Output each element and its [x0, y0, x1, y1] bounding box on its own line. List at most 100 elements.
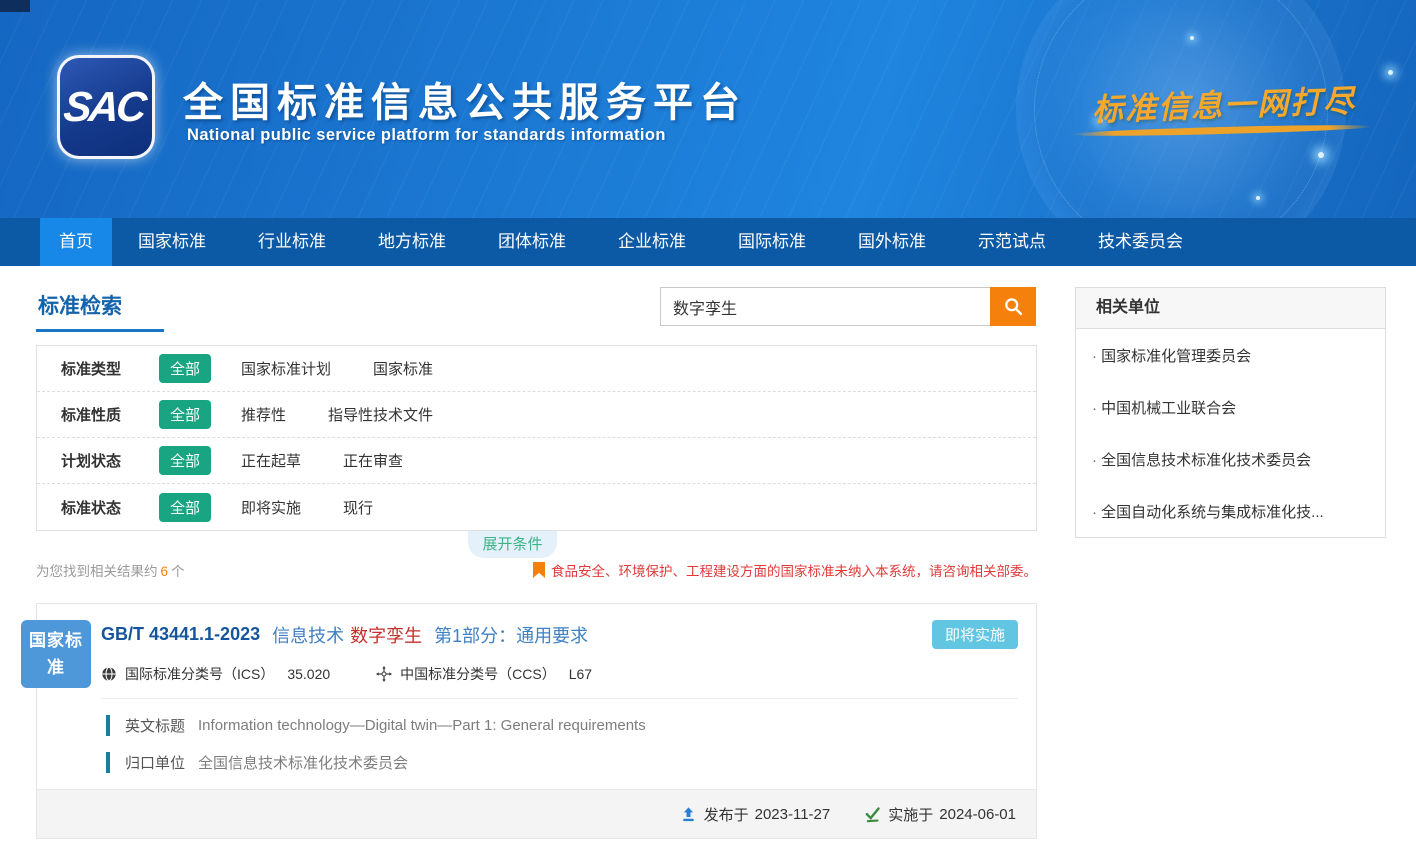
publish-icon	[680, 806, 697, 823]
detail-label: 英文标题	[125, 715, 185, 736]
nav-item-foreign-standards[interactable]: 国外标准	[832, 218, 952, 266]
card-head: GB/T 43441.1-2023 信息技术 数字孪生 第1部分：通用要求 即将…	[37, 604, 1036, 698]
filter-label: 标准类型	[61, 358, 159, 379]
results-count-prefix: 为您找到相关结果约	[36, 564, 158, 579]
search-button[interactable]	[990, 287, 1036, 326]
filter-label: 标准状态	[61, 497, 159, 518]
card-footer: 发布于 2023-11-27 实施于 2024-06-01	[37, 789, 1036, 838]
ccs-meta: 中国标准分类号（CCS） L67	[376, 664, 592, 684]
classification-meta: 国际标准分类号（ICS） 35.020 中国标准分类号（CCS） L67	[101, 664, 1018, 684]
nav-item-technical-committees[interactable]: 技术委员会	[1072, 218, 1209, 266]
results-count: 为您找到相关结果约6个	[36, 560, 185, 580]
detail-row-english-title: 英文标题 Information technology—Digital twin…	[106, 715, 1018, 736]
glow-dot	[1388, 70, 1393, 75]
filter-option[interactable]: 正在起草	[241, 450, 301, 471]
filter-option[interactable]: 现行	[343, 497, 373, 518]
filter-all-button[interactable]: 全部	[159, 493, 211, 522]
standard-title-highlight[interactable]: 数字孪生	[350, 622, 422, 648]
ccs-label: 中国标准分类号（CCS）	[400, 664, 556, 684]
implemented-date-item: 实施于 2024-06-01	[864, 804, 1016, 825]
related-unit-link[interactable]: 全国信息技术标准化技术委员会	[1076, 433, 1385, 485]
detail-row-competent-unit: 归口单位 全国信息技术标准化技术委员会	[106, 752, 1018, 773]
nav-item-local-standards[interactable]: 地方标准	[352, 218, 472, 266]
filter-label: 标准性质	[61, 404, 159, 425]
filter-option[interactable]: 指导性技术文件	[328, 404, 433, 425]
filter-option[interactable]: 推荐性	[241, 404, 286, 425]
ccs-value: L67	[569, 666, 592, 682]
published-label: 发布于	[704, 804, 749, 825]
glow-dot	[1256, 196, 1260, 200]
sac-logo-text: SAC	[62, 83, 151, 131]
filter-option[interactable]: 正在审查	[343, 450, 403, 471]
globe-icon	[101, 666, 117, 682]
glow-dot	[1318, 152, 1324, 158]
standard-title-line: GB/T 43441.1-2023 信息技术 数字孪生 第1部分：通用要求 即将…	[101, 620, 1018, 649]
filter-option[interactable]: 国家标准计划	[241, 358, 331, 379]
nav-item-industry-standards[interactable]: 行业标准	[232, 218, 352, 266]
detail-value: Information technology—Digital twin—Part…	[198, 717, 646, 734]
ics-label: 国际标准分类号（ICS）	[125, 664, 274, 684]
content-area: 标准检索 相关单位 国家标准化管理委员会 中国机械工业联合会 全国信息技术标准化…	[0, 266, 1416, 845]
status-badge: 即将实施	[932, 620, 1018, 649]
filter-row-plan-status: 计划状态 全部 正在起草 正在审查	[37, 438, 1036, 484]
nav-item-home[interactable]: 首页	[40, 218, 112, 266]
detail-accent-bar	[106, 752, 110, 773]
filter-row-standard-nature: 标准性质 全部 推荐性 指导性技术文件	[37, 392, 1036, 438]
related-unit-link[interactable]: 国家标准化管理委员会	[1076, 329, 1385, 381]
filter-row-standard-status: 标准状态 全部 即将实施 现行	[37, 484, 1036, 530]
standard-type-badge: 国家标准	[21, 620, 91, 688]
published-date-item: 发布于 2023-11-27	[680, 804, 831, 825]
filter-all-button[interactable]: 全部	[159, 354, 211, 383]
nav-item-national-standards[interactable]: 国家标准	[112, 218, 232, 266]
nav-item-international-standards[interactable]: 国际标准	[712, 218, 832, 266]
ics-value: 35.020	[287, 666, 330, 682]
standard-title-part[interactable]: 第1部分：通用要求	[434, 622, 588, 648]
related-unit-link[interactable]: 中国机械工业联合会	[1076, 381, 1385, 433]
bookmark-icon	[532, 562, 546, 578]
search-icon	[1003, 296, 1024, 317]
compass-icon	[376, 666, 392, 682]
result-card: 国家标准 GB/T 43441.1-2023 信息技术 数字孪生 第1部分：通用…	[36, 603, 1037, 839]
standard-code-link[interactable]: GB/T 43441.1-2023	[101, 624, 260, 645]
site-subtitle: National public service platform for sta…	[187, 126, 666, 145]
standard-title-part[interactable]: 信息技术	[272, 622, 344, 648]
implemented-date: 2024-06-01	[939, 806, 1016, 823]
published-date: 2023-11-27	[755, 806, 831, 823]
expand-conditions-button[interactable]: 展开条件	[468, 531, 557, 558]
filter-panel: 标准类型 全部 国家标准计划 国家标准 标准性质 全部 推荐性 指导性技术文件 …	[36, 345, 1037, 531]
filter-option[interactable]: 即将实施	[241, 497, 301, 518]
tab-active-underline	[36, 329, 164, 332]
filter-all-button[interactable]: 全部	[159, 446, 211, 475]
ics-meta: 国际标准分类号（ICS） 35.020	[101, 664, 330, 684]
detail-accent-bar	[106, 715, 110, 736]
main-nav: 首页 国家标准 行业标准 地方标准 团体标准 企业标准 国际标准 国外标准 示范…	[0, 218, 1416, 266]
search-box	[660, 287, 1036, 326]
filter-row-standard-type: 标准类型 全部 国家标准计划 国家标准	[37, 346, 1036, 392]
glow-dot	[1190, 36, 1194, 40]
slogan-text: 标准信息一网打尽	[1091, 75, 1356, 129]
system-notice: 食品安全、环境保护、工程建设方面的国家标准未纳入本系统，请咨询相关部委。	[532, 560, 1037, 580]
related-unit-link[interactable]: 全国自动化系统与集成标准化技...	[1076, 485, 1385, 537]
results-info-bar: 为您找到相关结果约6个 食品安全、环境保护、工程建设方面的国家标准未纳入本系统，…	[36, 560, 1037, 580]
card-divider	[101, 698, 1018, 699]
related-units-title: 相关单位	[1076, 288, 1385, 329]
filter-option[interactable]: 国家标准	[373, 358, 433, 379]
tab-standard-search[interactable]: 标准检索	[38, 290, 122, 320]
nav-item-enterprise-standards[interactable]: 企业标准	[592, 218, 712, 266]
results-count-suffix: 个	[171, 564, 185, 579]
sac-logo[interactable]: SAC	[57, 55, 155, 159]
search-input[interactable]	[660, 287, 990, 326]
notice-text: 食品安全、环境保护、工程建设方面的国家标准未纳入本系统，请咨询相关部委。	[551, 560, 1037, 580]
related-units-panel: 相关单位 国家标准化管理委员会 中国机械工业联合会 全国信息技术标准化技术委员会…	[1075, 287, 1386, 538]
detail-label: 归口单位	[125, 752, 185, 773]
nav-item-group-standards[interactable]: 团体标准	[472, 218, 592, 266]
site-title: 全国标准信息公共服务平台	[183, 70, 747, 128]
results-count-number: 6	[161, 564, 169, 579]
corner-artifact	[0, 0, 30, 12]
nav-item-pilot-programs[interactable]: 示范试点	[952, 218, 1072, 266]
filter-label: 计划状态	[61, 450, 159, 471]
implement-check-icon	[864, 806, 881, 823]
implemented-label: 实施于	[888, 804, 933, 825]
site-header: SAC 全国标准信息公共服务平台 National public service…	[0, 0, 1416, 218]
filter-all-button[interactable]: 全部	[159, 400, 211, 429]
